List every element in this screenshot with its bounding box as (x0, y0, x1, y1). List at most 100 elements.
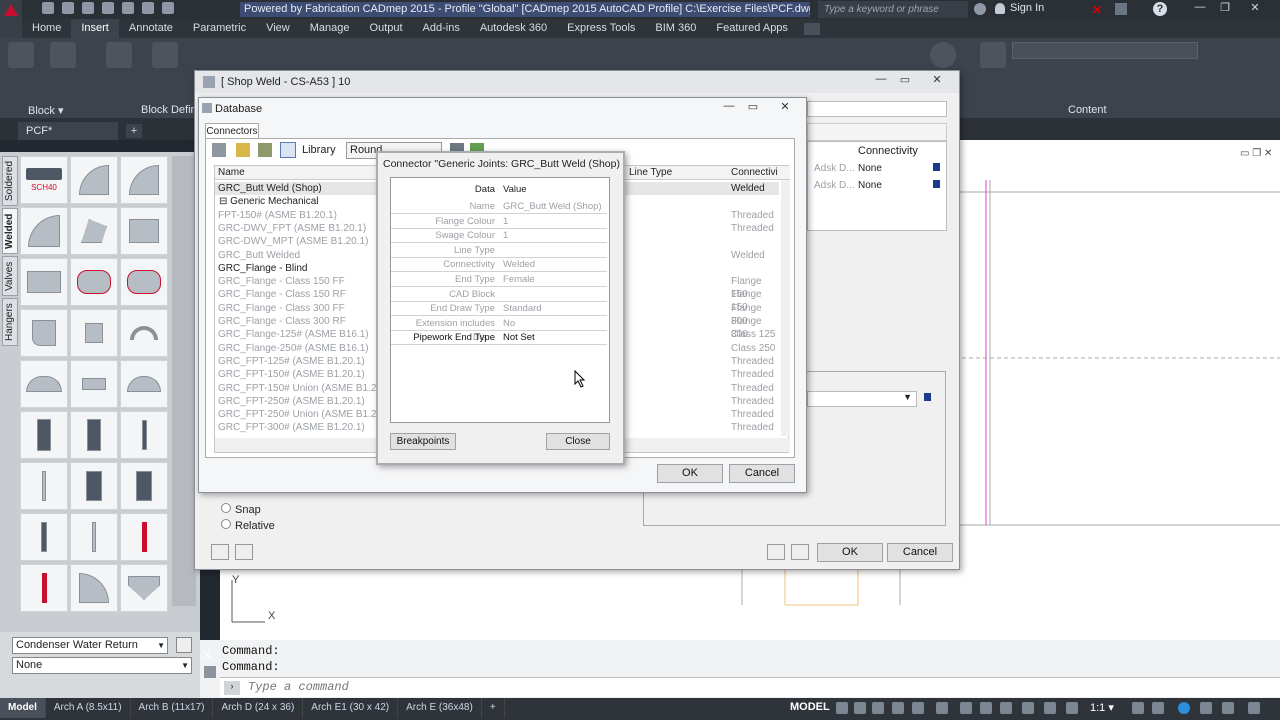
model-space-button[interactable]: MODEL (790, 701, 830, 713)
search-input[interactable]: Type a keyword or phrase (818, 1, 968, 18)
layer-properties-icon[interactable] (176, 637, 192, 653)
tool-flange-weld-neck[interactable] (20, 411, 68, 459)
layout-tab-arch-b[interactable]: Arch B (11x17) (131, 698, 214, 718)
plus-icon[interactable] (1152, 702, 1164, 714)
tool-branch-weld[interactable] (70, 258, 118, 306)
tool-tee-reducing[interactable] (120, 207, 168, 255)
close-button[interactable]: ✕ (775, 100, 795, 116)
help-icon[interactable]: ? (1153, 2, 1167, 16)
tab-annotate[interactable]: Annotate (119, 19, 183, 38)
tool-nipple[interactable] (70, 360, 118, 408)
saveas-icon[interactable] (102, 2, 114, 14)
layout-tab-arch-e1[interactable]: Arch E1 (30 x 42) (303, 698, 399, 718)
print-icon[interactable] (122, 2, 134, 14)
breakpoints-button[interactable]: Breakpoints (390, 433, 456, 450)
otrack-icon[interactable] (936, 702, 948, 714)
insert-icon[interactable] (8, 42, 34, 68)
tool-reducer[interactable] (70, 207, 118, 255)
workspace-icon[interactable] (1132, 702, 1144, 714)
tool-cap[interactable] (20, 309, 68, 357)
sign-in-button[interactable]: Sign In (1010, 2, 1044, 14)
layout-tab-arch-a[interactable]: Arch A (8.5x11) (46, 698, 131, 718)
hardware-acceleration-icon[interactable] (1200, 702, 1212, 714)
lineweight-icon[interactable] (960, 702, 972, 714)
define-attributes-icon[interactable] (152, 42, 178, 68)
tool-lateral[interactable] (120, 564, 168, 612)
grid-icon[interactable] (836, 702, 848, 714)
selection-cycling-icon[interactable] (1000, 702, 1012, 714)
3d-osnap-icon[interactable] (1022, 702, 1034, 714)
cancel-button[interactable]: Cancel (729, 464, 795, 483)
minimize-button[interactable]: — (719, 100, 739, 116)
tool-weld-red[interactable] (120, 513, 168, 561)
tab-insert[interactable]: Insert (71, 19, 119, 38)
add-layout-button[interactable]: + (482, 698, 505, 718)
open-icon[interactable] (62, 2, 74, 14)
tool-flange-threaded[interactable] (20, 513, 68, 561)
annotation-scale-icon[interactable] (1066, 702, 1078, 714)
clean-screen-icon[interactable] (1222, 702, 1234, 714)
service-combo[interactable]: None ▼ (12, 657, 192, 674)
search-icon[interactable] (974, 3, 986, 15)
tab-view[interactable]: View (256, 19, 300, 38)
ribbon-toggle-icon[interactable] (803, 22, 820, 35)
tab-featured-apps[interactable]: Featured Apps (706, 19, 798, 38)
property-value[interactable]: Not Set (503, 331, 535, 345)
maximize-button[interactable]: ▭ (743, 100, 763, 116)
save-icon[interactable] (82, 2, 94, 14)
minimize-button[interactable]: — (1190, 1, 1210, 17)
layout-tab-arch-e[interactable]: Arch E (36x48) (398, 698, 482, 718)
ok-button[interactable]: OK (657, 464, 723, 483)
property-row[interactable]: Pipework End Type Not Set (391, 331, 607, 346)
redo-icon[interactable] (162, 2, 174, 14)
tab-strip[interactable] (807, 123, 947, 141)
tab-parametric[interactable]: Parametric (183, 19, 256, 38)
ortho-icon[interactable] (872, 702, 884, 714)
palette-tab-hangers[interactable]: Hangers (2, 298, 18, 346)
table-cell[interactable]: None (858, 162, 882, 175)
close-button[interactable]: Close (546, 433, 610, 450)
content-icon[interactable] (980, 42, 1006, 68)
tab-manage[interactable]: Manage (300, 19, 360, 38)
panel-block-label[interactable]: Block ▾ (28, 104, 63, 117)
transparency-icon[interactable] (980, 702, 992, 714)
maximize-button[interactable]: ▭ (895, 73, 915, 89)
customization-icon[interactable] (1248, 702, 1260, 714)
tool-elbow-45[interactable] (70, 156, 118, 204)
snap-icon[interactable] (854, 702, 866, 714)
edit-icon[interactable] (767, 544, 785, 560)
tool-return-bend[interactable] (120, 309, 168, 357)
tab-autodesk360[interactable]: Autodesk 360 (470, 19, 557, 38)
annotation-visibility-icon[interactable] (1044, 702, 1056, 714)
tool-elbow-long[interactable] (20, 207, 68, 255)
tool-half-coupling[interactable] (20, 360, 68, 408)
text-field[interactable] (807, 101, 947, 117)
edit-icon[interactable] (236, 143, 250, 157)
snap-radio[interactable] (221, 503, 231, 513)
close-icon[interactable]: ✕ (202, 648, 218, 662)
tool-flange-lap[interactable] (120, 462, 168, 510)
command-input[interactable]: › Type a command (220, 677, 1280, 697)
wrench-icon[interactable] (204, 666, 216, 678)
tab-express-tools[interactable]: Express Tools (557, 19, 645, 38)
tab-home[interactable]: Home (22, 19, 71, 38)
polar-icon[interactable] (892, 702, 904, 714)
minimize-button[interactable]: — (871, 73, 891, 89)
tab-connectors[interactable]: Connectors (205, 123, 259, 139)
layers-icon[interactable] (258, 143, 272, 157)
tool-spacer[interactable] (70, 513, 118, 561)
table-cell[interactable]: None (858, 179, 882, 192)
quick-access-toolbar[interactable] (42, 2, 174, 14)
tool-branch-weld-2[interactable] (120, 258, 168, 306)
tool-flange-socket[interactable] (70, 462, 118, 510)
isolate-icon[interactable] (1178, 702, 1190, 714)
tab-bim360[interactable]: BIM 360 (645, 19, 706, 38)
tool-weldolet[interactable] (20, 564, 68, 612)
new-icon[interactable] (42, 2, 54, 14)
undo-icon[interactable] (142, 2, 154, 14)
application-menu-button[interactable] (0, 0, 22, 40)
tool-flange-blind[interactable] (120, 411, 168, 459)
window-icon[interactable] (791, 544, 809, 560)
tab-addins[interactable]: Add-ins (413, 19, 470, 38)
ok-button[interactable]: OK (817, 543, 883, 562)
